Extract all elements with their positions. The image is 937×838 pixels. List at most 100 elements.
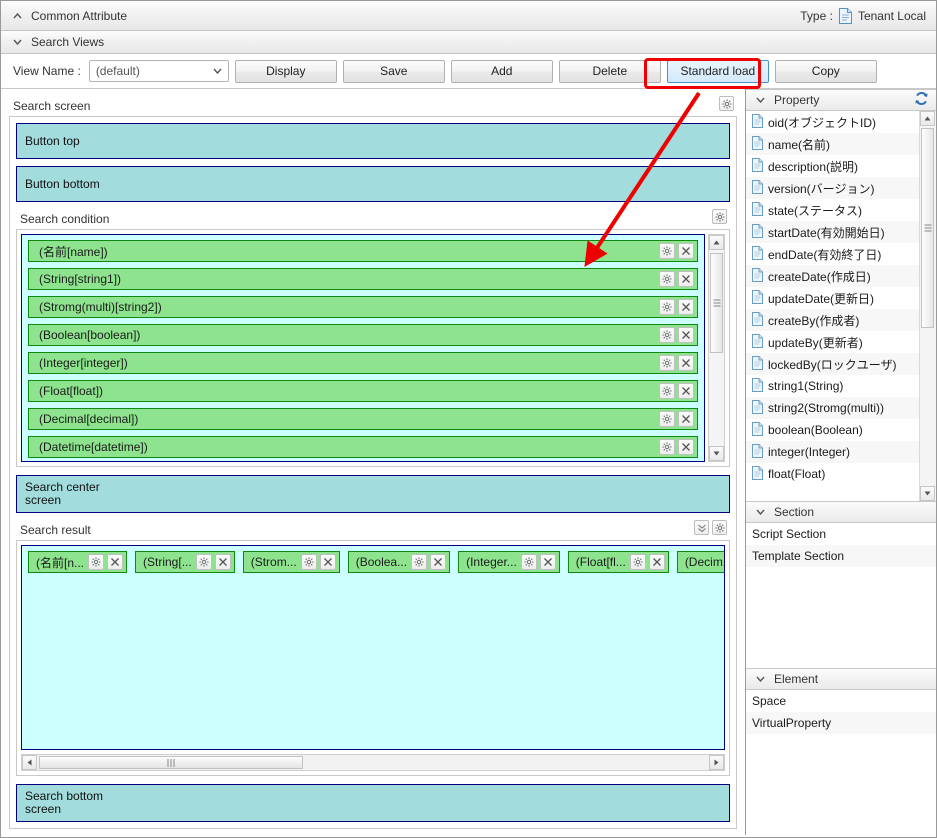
gear-icon[interactable] (659, 271, 675, 287)
gear-icon[interactable] (411, 554, 428, 570)
property-list-item[interactable]: oid(オブジェクトID) (746, 111, 919, 133)
delete-button[interactable]: Delete (558, 59, 661, 83)
gear-icon[interactable] (719, 96, 734, 111)
property-list-item[interactable]: description(説明) (746, 155, 919, 177)
section-panel-header[interactable]: Section (746, 501, 936, 523)
double-chevron-down-icon[interactable] (694, 520, 709, 535)
gear-icon[interactable] (659, 243, 675, 259)
view-name-select[interactable]: (default) (88, 60, 229, 82)
scrollbar-thumb[interactable] (921, 128, 934, 328)
refresh-icon[interactable] (914, 91, 929, 109)
collapse-down-icon[interactable] (752, 671, 768, 687)
scroll-right-button[interactable] (709, 755, 724, 770)
scrollbar-thumb[interactable] (710, 253, 723, 353)
scrollbar-thumb[interactable] (39, 756, 303, 769)
close-icon[interactable] (107, 554, 124, 570)
standard-load-button[interactable]: Standard load (666, 59, 769, 83)
gear-icon[interactable] (659, 411, 675, 427)
add-button[interactable]: Add (450, 59, 553, 83)
close-icon[interactable] (678, 327, 694, 343)
section-list-item[interactable]: Script Section (746, 523, 936, 545)
gear-icon[interactable] (88, 554, 105, 570)
element-list-item[interactable]: Space (746, 690, 936, 712)
collapse-down-icon[interactable] (9, 34, 25, 50)
property-list-item[interactable]: createDate(作成日) (746, 265, 919, 287)
property-list-item[interactable]: endDate(有効終了日) (746, 243, 919, 265)
property-list-item[interactable]: float(Float) (746, 463, 919, 485)
property-list-item[interactable]: boolean(Boolean) (746, 419, 919, 441)
search-condition-row[interactable]: (Float[float]) (28, 380, 698, 402)
collapse-down-icon[interactable] (752, 504, 768, 520)
property-list-item[interactable]: updateBy(更新者) (746, 331, 919, 353)
property-list-item[interactable]: startDate(有効開始日) (746, 221, 919, 243)
property-list-item[interactable]: createBy(作成者) (746, 309, 919, 331)
property-list-item[interactable]: string1(String) (746, 375, 919, 397)
property-list-item[interactable]: updateDate(更新日) (746, 287, 919, 309)
search-condition-row[interactable]: (String[string1]) (28, 268, 698, 290)
gear-icon[interactable] (659, 439, 675, 455)
search-bottom-screen-band[interactable]: Search bottom screen (16, 784, 730, 822)
scroll-up-button[interactable] (920, 111, 935, 126)
gear-icon[interactable] (659, 355, 675, 371)
result-column-header[interactable]: (名前[n... (28, 551, 128, 573)
scroll-down-button[interactable] (709, 446, 724, 461)
result-column-header[interactable]: (Float[fl... (567, 551, 669, 573)
button-top-band[interactable]: Button top (16, 123, 730, 159)
property-list-item[interactable]: state(ステータス) (746, 199, 919, 221)
collapse-up-icon[interactable] (9, 8, 25, 24)
close-icon[interactable] (648, 554, 665, 570)
close-icon[interactable] (214, 554, 231, 570)
property-list-item[interactable]: name(名前) (746, 133, 919, 155)
close-icon[interactable] (678, 439, 694, 455)
search-center-screen-band[interactable]: Search center screen (16, 475, 730, 513)
gear-icon[interactable] (195, 554, 212, 570)
search-condition-row[interactable]: (Stromg(multi)[string2]) (28, 296, 698, 318)
gear-icon[interactable] (629, 554, 646, 570)
collapse-down-icon[interactable] (752, 92, 768, 108)
result-column-header[interactable]: (Decim... (676, 551, 724, 573)
close-icon[interactable] (678, 383, 694, 399)
display-button[interactable]: Display (234, 59, 337, 83)
result-column-header[interactable]: (String[... (135, 551, 235, 573)
gear-icon[interactable] (712, 209, 727, 224)
result-column-header[interactable]: (Integer... (458, 551, 560, 573)
close-icon[interactable] (678, 411, 694, 427)
element-panel-header[interactable]: Element (746, 668, 936, 690)
search-condition-row[interactable]: (Boolean[boolean]) (28, 324, 698, 346)
scroll-left-button[interactable] (22, 755, 37, 770)
search-condition-row[interactable]: (名前[name]) (28, 240, 698, 262)
search-condition-row[interactable]: (Datetime[datetime]) (28, 436, 698, 458)
result-column-header[interactable]: (Strom... (242, 551, 340, 573)
property-panel-header[interactable]: Property (746, 89, 936, 111)
close-icon[interactable] (430, 554, 447, 570)
result-horizontal-scrollbar[interactable] (21, 754, 725, 771)
close-icon[interactable] (678, 243, 694, 259)
element-list-item[interactable]: VirtualProperty (746, 712, 936, 734)
search-condition-row[interactable]: (Decimal[decimal]) (28, 408, 698, 430)
gear-icon[interactable] (659, 383, 675, 399)
button-bottom-band[interactable]: Button bottom (16, 166, 730, 202)
close-icon[interactable] (678, 355, 694, 371)
section-list-item[interactable]: Template Section (746, 545, 936, 567)
scroll-up-button[interactable] (709, 235, 724, 250)
close-icon[interactable] (539, 554, 556, 570)
save-button[interactable]: Save (342, 59, 445, 83)
close-icon[interactable] (678, 271, 694, 287)
property-vertical-scrollbar[interactable] (919, 111, 936, 501)
gear-icon[interactable] (659, 327, 675, 343)
gear-icon[interactable] (712, 520, 727, 535)
result-column-header[interactable]: (Boolea... (347, 551, 451, 573)
search-condition-row[interactable]: (Integer[integer]) (28, 352, 698, 374)
copy-button[interactable]: Copy (774, 59, 877, 83)
property-list-item[interactable]: integer(Integer) (746, 441, 919, 463)
property-list-item[interactable]: string2(Stromg(multi)) (746, 397, 919, 419)
condition-vertical-scrollbar[interactable] (708, 234, 725, 462)
close-icon[interactable] (319, 554, 336, 570)
scroll-down-button[interactable] (920, 486, 935, 501)
gear-icon[interactable] (520, 554, 537, 570)
property-list-item[interactable]: lockedBy(ロックユーザ) (746, 353, 919, 375)
property-list-item[interactable]: version(バージョン) (746, 177, 919, 199)
gear-icon[interactable] (659, 299, 675, 315)
close-icon[interactable] (678, 299, 694, 315)
gear-icon[interactable] (300, 554, 317, 570)
